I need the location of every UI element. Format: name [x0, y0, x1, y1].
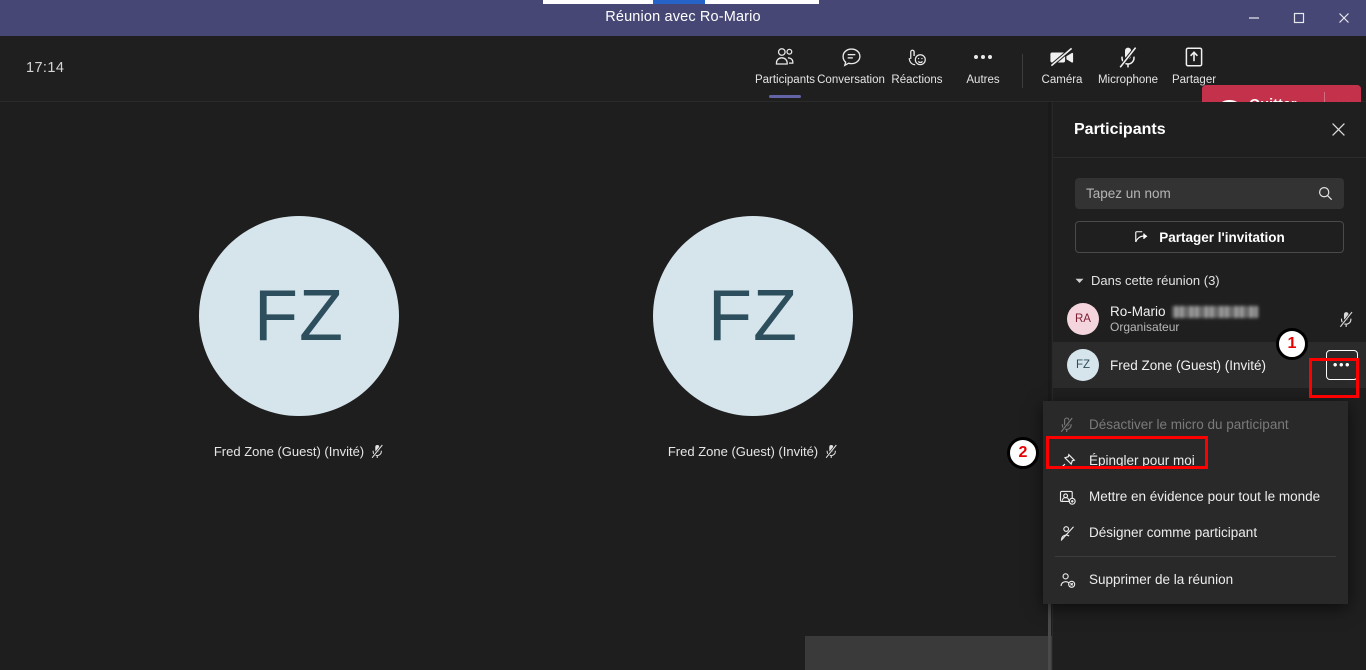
video-stage: FZ Fred Zone (Guest) (Invité) FZ Fred Zo… — [0, 102, 1052, 670]
tab-segment-active — [653, 0, 705, 4]
tab-strip-indicator — [543, 0, 819, 4]
search-icon — [1318, 186, 1333, 201]
menu-item-pin-for-me[interactable]: Épingler pour moi — [1043, 443, 1348, 479]
participant-row-guest[interactable]: FZ Fred Zone (Guest) (Invité) ••• — [1053, 342, 1366, 388]
toolbar-more-label: Autres — [966, 74, 1000, 86]
toolbar-reactions-button[interactable]: Réactions — [884, 36, 950, 96]
participants-section-label: Dans cette réunion (3) — [1091, 273, 1220, 288]
window-controls — [1231, 0, 1366, 36]
mic-off-icon — [1058, 416, 1076, 434]
menu-item-make-attendee[interactable]: Désigner comme participant — [1043, 515, 1348, 551]
participant-info: Fred Zone (Guest) (Invité) — [1110, 358, 1315, 373]
search-input[interactable] — [1086, 186, 1312, 201]
menu-item-label: Mettre en évidence pour tout le monde — [1089, 489, 1321, 504]
menu-item-label: Supprimer de la réunion — [1089, 572, 1234, 587]
participant-name: Ro-Mario — [1110, 304, 1166, 319]
participant-name-row: Fred Zone (Guest) (Invité) — [1110, 358, 1315, 373]
share-link-icon — [1134, 229, 1150, 245]
tile-name: Fred Zone (Guest) (Invité) — [213, 443, 365, 459]
annotation-badge-1: 1 — [1276, 328, 1308, 360]
mic-off-icon — [825, 443, 838, 459]
tile-caption: Fred Zone (Guest) (Invité) — [214, 444, 384, 459]
minimize-icon[interactable] — [1231, 0, 1276, 36]
window-title-bar: Réunion avec Ro-Mario — [0, 0, 1366, 36]
toolbar-participants-button[interactable]: Participants — [752, 36, 818, 98]
participants-panel-header: Participants — [1053, 102, 1366, 158]
video-tile[interactable]: FZ Fred Zone (Guest) (Invité) — [558, 215, 948, 459]
maximize-icon[interactable] — [1276, 0, 1321, 36]
menu-item-remove-from-meeting[interactable]: Supprimer de la réunion — [1043, 562, 1348, 598]
mic-off-icon — [371, 443, 384, 459]
share-invite-label: Partager l'invitation — [1159, 229, 1285, 245]
tab-segment-3 — [705, 0, 819, 4]
share-invite-button[interactable]: Partager l'invitation — [1075, 221, 1344, 253]
tile-caption: Fred Zone (Guest) (Invité) — [668, 444, 838, 459]
participant-row-organizer[interactable]: RA Ro-Mario Organisateur — [1053, 296, 1366, 342]
menu-item-label: Désigner comme participant — [1089, 525, 1258, 540]
avatar: FZ — [199, 215, 399, 416]
meeting-toolbar: 17:14 Participants Conversation Réaction… — [0, 36, 1366, 125]
chat-icon — [841, 45, 862, 69]
video-tile[interactable]: FZ Fred Zone (Guest) (Invité) — [104, 215, 494, 459]
toolbar-divider — [1022, 54, 1023, 88]
participant-tiles: FZ Fred Zone (Guest) (Invité) FZ Fred Zo… — [0, 102, 1052, 572]
avatar: RA — [1067, 303, 1099, 335]
participant-name-redacted — [1171, 305, 1258, 318]
teams-meeting-window: Réunion avec Ro-Mario 17:14 Participants… — [0, 0, 1366, 670]
participants-list: RA Ro-Mario Organisateur FZ Fred Zone (G… — [1053, 296, 1366, 388]
participant-name-row: Ro-Mario — [1110, 304, 1328, 319]
avatar: FZ — [653, 215, 853, 416]
toolbar-microphone-button[interactable]: Microphone — [1095, 36, 1161, 96]
toolbar-microphone-label: Microphone — [1097, 74, 1159, 86]
person-remove-icon — [1058, 571, 1076, 589]
meeting-timer: 17:14 — [26, 60, 65, 76]
more-horizontal-icon: ••• — [1332, 357, 1352, 372]
toolbar-chat-button[interactable]: Conversation — [817, 36, 885, 96]
reactions-icon — [906, 45, 928, 69]
menu-item-label: Épingler pour moi — [1089, 453, 1195, 468]
caret-down-icon — [1075, 278, 1084, 284]
participant-context-menu: Désactiver le micro du participant Éping… — [1043, 401, 1348, 604]
menu-item-mute-participant[interactable]: Désactiver le micro du participant — [1043, 407, 1348, 443]
toolbar-main-group: Participants Conversation Réactions Autr… — [752, 36, 1227, 102]
more-horizontal-icon — [972, 45, 994, 69]
annotation-badge-2: 2 — [1007, 437, 1039, 469]
participant-name: Fred Zone (Guest) (Invité) — [1110, 357, 1267, 373]
share-screen-icon — [1183, 45, 1205, 69]
toolbar-camera-label: Caméra — [1041, 74, 1083, 86]
participant-search[interactable] — [1075, 178, 1344, 209]
menu-item-label: Désactiver le micro du participant — [1089, 417, 1289, 432]
self-view-tile[interactable]: RA — [805, 636, 1052, 670]
participants-panel-body: Partager l'invitation Dans cette réunion… — [1053, 158, 1366, 288]
toolbar-more-button[interactable]: Autres — [950, 36, 1016, 96]
people-icon — [774, 45, 796, 69]
toolbar-camera-button[interactable]: Caméra — [1029, 36, 1095, 96]
menu-item-spotlight-everyone[interactable]: Mettre en évidence pour tout le monde — [1043, 479, 1348, 515]
person-demote-icon — [1058, 524, 1076, 542]
participants-section-header[interactable]: Dans cette réunion (3) — [1075, 273, 1344, 288]
page-title: Participants — [1074, 120, 1166, 138]
avatar: FZ — [1067, 349, 1099, 381]
more-options-button[interactable]: ••• — [1326, 350, 1358, 380]
window-title: Réunion avec Ro-Mario — [605, 9, 761, 25]
mic-off-icon[interactable] — [1339, 310, 1354, 328]
tab-segment-1 — [543, 0, 653, 4]
camera-off-icon — [1049, 45, 1075, 69]
tile-name: Fred Zone (Guest) (Invité) — [667, 443, 819, 459]
toolbar-active-underline — [769, 95, 801, 98]
pin-icon — [1058, 452, 1076, 470]
toolbar-chat-label: Conversation — [817, 74, 885, 86]
toolbar-reactions-label: Réactions — [891, 74, 943, 86]
spotlight-icon — [1058, 488, 1076, 506]
toolbar-participants-label: Participants — [754, 74, 816, 86]
mic-off-icon — [1118, 45, 1138, 69]
close-icon[interactable] — [1331, 122, 1346, 137]
close-icon[interactable] — [1321, 0, 1366, 36]
menu-separator — [1055, 556, 1336, 557]
